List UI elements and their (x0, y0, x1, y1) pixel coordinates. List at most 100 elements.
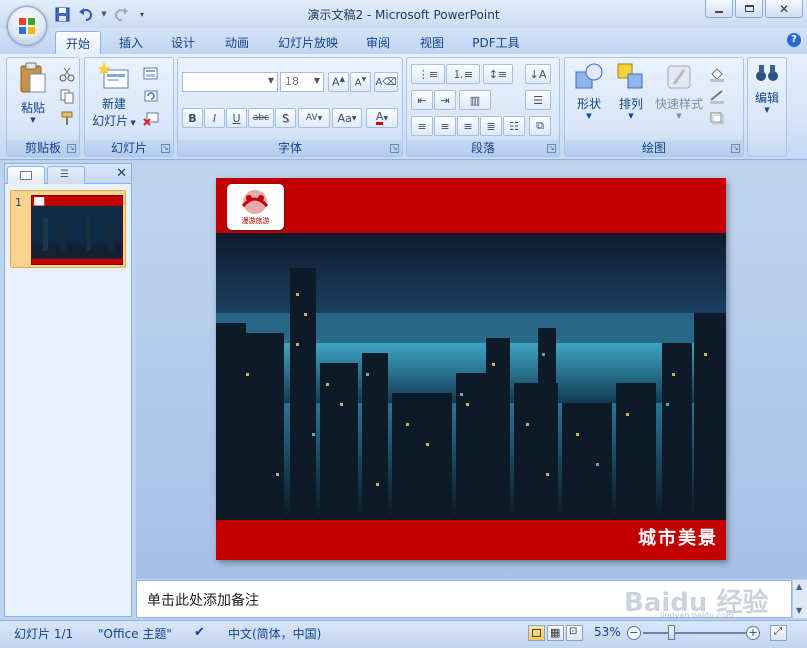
line-spacing-button[interactable]: ↕≡ (483, 64, 513, 84)
tab-review[interactable]: 审阅 (354, 31, 402, 54)
slides-group: 新建 幻灯片 ▼ 幻灯片 ↘ (84, 57, 174, 157)
paragraph-launcher[interactable]: ↘ (547, 144, 556, 153)
font-name-combo[interactable]: ▼ (182, 72, 278, 92)
decrease-indent-button[interactable]: ⇤ (411, 90, 433, 110)
tab-animation[interactable]: 动画 (212, 31, 262, 54)
bold-button[interactable]: B (182, 108, 203, 128)
shape-outline-icon[interactable] (709, 88, 725, 104)
zoom-slider-handle[interactable] (668, 625, 675, 640)
copy-icon[interactable] (59, 88, 75, 104)
new-slide-button[interactable]: 新建 幻灯片 ▼ (89, 62, 139, 136)
arrange-button[interactable]: 排列 ▼ (611, 62, 651, 134)
distributed-button[interactable]: ☷ (503, 116, 525, 136)
distributed-icon: ☷ (509, 119, 519, 133)
minus-icon: − (629, 626, 639, 639)
align-right-button[interactable]: ≡ (457, 116, 479, 136)
window-controls: ✕ (705, 0, 803, 18)
maximize-button[interactable] (735, 0, 763, 18)
slideshow-button[interactable]: ⊡ (566, 625, 583, 641)
change-case-button[interactable]: Aa ▼ (332, 108, 362, 128)
shape-effects-icon[interactable] (709, 110, 725, 126)
language-indicator[interactable]: 中文(简体，中国) (228, 625, 321, 642)
tab-pdf-tools[interactable]: PDF工具 (464, 31, 528, 54)
close-window-button[interactable]: ✕ (765, 0, 803, 18)
grow-font-button[interactable]: A▲ (328, 72, 349, 92)
scroll-down-icon: ▼ (796, 606, 803, 615)
shrink-font-button[interactable]: A▼ (350, 72, 371, 92)
slide-canvas[interactable]: 漫游旅游 城市美景 (216, 178, 726, 560)
zoom-in-button[interactable]: + (746, 626, 760, 640)
justify-button[interactable]: ≣ (480, 116, 502, 136)
redo-button[interactable] (112, 5, 132, 23)
slide-thumbnail (31, 195, 123, 265)
slide-count: 幻灯片 1/1 (14, 627, 74, 641)
reset-slide-icon[interactable] (143, 88, 159, 104)
slide-editor-area: 漫游旅游 城市美景 (136, 163, 807, 579)
slide-thumbnail-item[interactable]: 1 (10, 190, 126, 268)
quick-styles-button[interactable]: 快速样式 ▼ (653, 62, 705, 134)
align-center-button[interactable]: ≡ (434, 116, 456, 136)
tab-design[interactable]: 设计 (160, 31, 206, 54)
increase-indent-button[interactable]: ⇥ (434, 90, 456, 110)
layout-icon[interactable] (143, 66, 159, 82)
align-left-button[interactable]: ≡ (411, 116, 433, 136)
office-button[interactable] (7, 6, 47, 46)
zoom-slider-track[interactable] (643, 632, 747, 634)
numbering-button[interactable]: ⒈≡ (446, 64, 480, 84)
drawing-launcher[interactable]: ↘ (731, 144, 740, 153)
tab-view[interactable]: 视图 (408, 31, 456, 54)
fit-to-window-button[interactable]: ⤢ (770, 625, 787, 641)
smartart-button[interactable]: ⧉ (529, 116, 551, 136)
text-direction-button[interactable]: ↓A (525, 64, 551, 84)
undo-dropdown-button[interactable]: ▼ (100, 5, 108, 23)
align-left-icon: ≡ (417, 119, 427, 133)
italic-button[interactable]: I (204, 108, 225, 128)
paste-button[interactable]: 粘贴 ▼ (12, 62, 54, 132)
save-button[interactable] (52, 5, 72, 23)
shape-fill-icon[interactable] (709, 66, 725, 82)
help-button[interactable]: ? (787, 33, 801, 47)
cut-icon[interactable] (59, 66, 75, 82)
quick-access-toolbar: ▼ ▾ (52, 4, 148, 24)
editing-button[interactable]: 编辑 ▼ (750, 62, 784, 136)
shadow-button[interactable]: S (275, 108, 296, 128)
normal-view-button[interactable] (528, 625, 545, 641)
line-spacing-icon: ↕≡ (488, 67, 508, 81)
slide-sorter-icon: ▦ (550, 626, 561, 639)
tab-insert[interactable]: 插入 (108, 31, 154, 54)
spelling-check-icon[interactable]: ✔ (194, 625, 205, 640)
zoom-out-button[interactable]: − (627, 626, 641, 640)
slides-launcher[interactable]: ↘ (161, 144, 170, 153)
font-size-combo[interactable]: 18 ▼ (280, 72, 324, 92)
tab-slideshow[interactable]: 幻灯片放映 (270, 31, 346, 54)
font-color-button[interactable]: A ▼ (366, 108, 398, 128)
format-painter-icon[interactable] (59, 110, 75, 126)
notes-pane[interactable]: 单击此处添加备注 (136, 580, 792, 618)
minimize-icon (715, 10, 723, 13)
underline-button[interactable]: U (226, 108, 247, 128)
delete-slide-icon[interactable] (143, 110, 159, 126)
zoom-level[interactable]: 53% (594, 625, 621, 639)
font-launcher[interactable]: ↘ (390, 144, 399, 153)
tab-outline[interactable]: ☰ (47, 166, 85, 184)
columns-button[interactable]: ▥ (459, 90, 491, 110)
vertical-scrollbar[interactable]: ▲ ▼ (792, 580, 807, 618)
align-text-icon: ☰ (533, 93, 543, 107)
clipboard-launcher[interactable]: ↘ (67, 144, 76, 153)
ribbon: 粘贴 ▼ 剪贴板 ↘ 新建 幻灯片 ▼ 幻灯片 ↘ ▼ 18 ▼ A▲ A▼ A⌫… (0, 54, 807, 160)
slide-sorter-button[interactable]: ▦ (547, 625, 564, 641)
align-text-button[interactable]: ☰ (525, 90, 551, 110)
shapes-button[interactable]: 形状 ▼ (569, 62, 609, 134)
minimize-button[interactable] (705, 0, 733, 18)
bullets-button[interactable]: ⋮≡ (411, 64, 445, 84)
close-pane-button[interactable]: ✕ (116, 166, 127, 181)
tab-slides-thumbnails[interactable] (7, 166, 45, 184)
theme-name[interactable]: "Office 主题" (98, 625, 172, 642)
customize-qat-button[interactable]: ▾ (136, 5, 148, 23)
paste-icon (20, 62, 46, 93)
strikethrough-button[interactable]: abc (248, 108, 274, 128)
tab-home[interactable]: 开始 (55, 31, 101, 54)
clear-format-button[interactable]: A⌫ (374, 72, 398, 92)
undo-button[interactable] (76, 5, 96, 23)
char-spacing-button[interactable]: AV ▼ (298, 108, 330, 128)
